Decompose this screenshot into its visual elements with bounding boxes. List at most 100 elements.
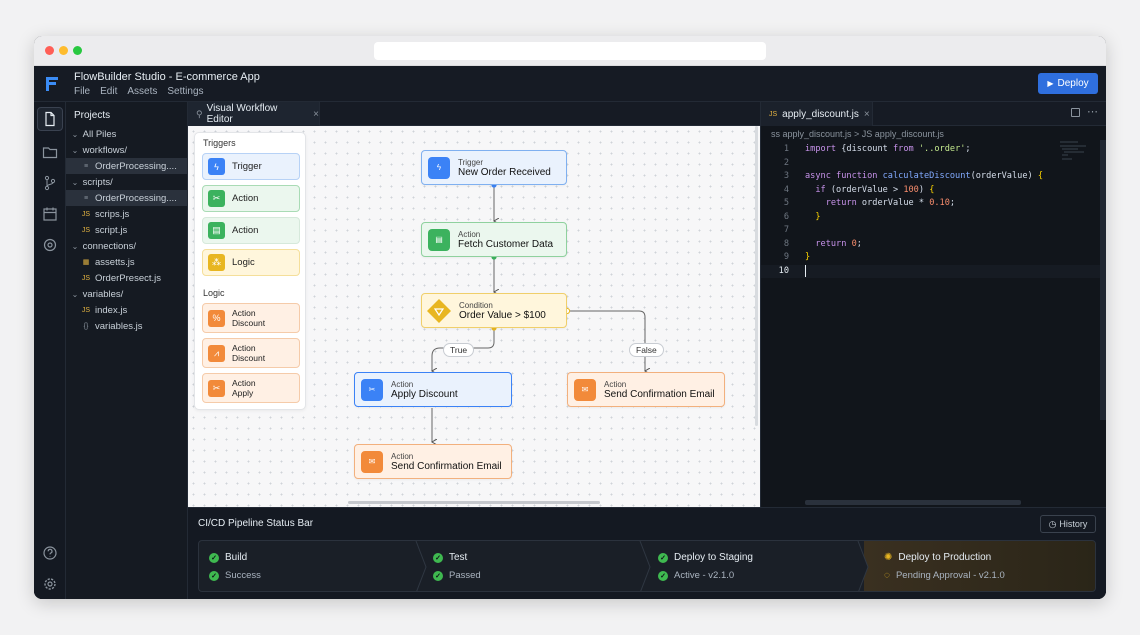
line-number: 10 — [778, 265, 789, 276]
app-title: FlowBuilder Studio - E-commerce App — [74, 71, 260, 83]
workflow-tab-bar: ⚲ Visual Workflow Editor × — [188, 102, 760, 126]
line-number: 4 — [783, 184, 789, 195]
file-icon: ≡ — [83, 194, 89, 202]
palette-action-discount-1[interactable]: % Action Discount — [202, 303, 300, 333]
palette-item-label: Trigger — [232, 161, 262, 172]
palette-action-discount-2[interactable]: ⩘ Action Discount — [202, 338, 300, 368]
settings-gear-icon[interactable] — [42, 576, 58, 592]
editor-horizontal-scrollbar[interactable] — [805, 500, 1021, 505]
editor-breadcrumb: ss apply_discount.js > JS apply_discount… — [771, 129, 944, 139]
node-send-email-bottom[interactable]: ✉ Action Send Confirmation Email — [354, 444, 512, 479]
stage-test[interactable]: ✓ Test ✓ Passed — [423, 541, 647, 591]
stage-build[interactable]: ✓ Build ✓ Success — [199, 541, 419, 591]
file-tree-label: scripts/ — [82, 176, 113, 188]
file-tree-item[interactable]: JS OrderPresect.js — [66, 270, 187, 286]
json-file-icon: {} — [83, 322, 89, 330]
tab-label: Visual Workflow Editor — [206, 103, 278, 125]
menu-bar: File Edit Assets Settings — [74, 86, 204, 97]
tab-apply-discount-js[interactable]: JS apply_discount.js × — [761, 102, 873, 126]
file-tree-item[interactable]: ▦ assetts.js — [66, 254, 187, 270]
gear-icon[interactable] — [42, 237, 58, 253]
apply-icon: ✂ — [208, 379, 225, 397]
code-area[interactable]: 1 import {discount from '..order'; 2 3 asy… — [761, 143, 1106, 278]
canvas-horizontal-scrollbar[interactable] — [348, 501, 600, 504]
address-bar[interactable] — [374, 42, 766, 60]
file-tree-item[interactable]: ≡ OrderProcessing.... — [66, 190, 187, 206]
split-editor-icon[interactable] — [1071, 108, 1080, 117]
file-tree-item[interactable]: ≡ OrderProcessing.... — [66, 158, 187, 174]
history-button[interactable]: ◷ History — [1040, 515, 1096, 533]
file-tree-label: connections/ — [82, 240, 136, 252]
palette-item-label: Discount — [232, 353, 266, 363]
palette-logic[interactable]: ⁂ Logic — [202, 249, 300, 276]
palette-triggers-header: Triggers — [203, 138, 236, 148]
chevron-down-icon[interactable]: ⌄ — [70, 130, 80, 139]
palette-action-1[interactable]: ✂ Action — [202, 185, 300, 212]
palette-item-kind: Action — [232, 307, 256, 318]
editor-vertical-scrollbar[interactable] — [1100, 140, 1106, 420]
node-trigger-new-order[interactable]: ϟ Trigger New Order Received — [421, 150, 567, 185]
file-tree-item[interactable]: ⌄ All Piles — [66, 126, 187, 142]
chevron-down-icon[interactable]: ⌄ — [70, 242, 80, 251]
more-actions-icon[interactable]: ⋯ — [1087, 105, 1098, 118]
js-file-icon: JS — [81, 274, 91, 282]
stage-status: Pending Approval - v2.1.0 — [895, 570, 1005, 581]
node-fetch-customer-data[interactable]: ▤ Action Fetch Customer Data — [421, 222, 567, 257]
chevron-down-icon[interactable]: ⌄ — [70, 290, 80, 299]
tab-visual-workflow-editor[interactable]: ⚲ Visual Workflow Editor × — [188, 102, 320, 126]
project-explorer: Projects ⌄ All Piles ⌄ workflows/≡ OrderPr… — [66, 102, 188, 599]
node-kind: Trigger — [458, 157, 484, 167]
mail-icon: ✉ — [361, 450, 383, 473]
palette-logic-header: Logic — [203, 288, 225, 298]
stage-deploy-production[interactable]: ✺ Deploy to Production ◌ Pending Approval … — [864, 541, 1095, 591]
mail-icon: ✉ — [574, 378, 596, 401]
file-tree-item[interactable]: JS index.js — [66, 302, 187, 318]
file-tree-item[interactable]: ⌄ variables/ — [66, 286, 187, 302]
menu-edit[interactable]: Edit — [100, 86, 117, 97]
tab-label: apply_discount.js — [782, 108, 859, 120]
help-icon[interactable] — [42, 545, 58, 561]
file-tree-item[interactable]: JS script.js — [66, 222, 187, 238]
browser-chrome — [34, 36, 1106, 66]
node-palette: Triggers ϟ Trigger ✂ Action ▤ Action ⁂ L… — [194, 132, 306, 410]
node-apply-discount[interactable]: ✂ Action Apply Discount — [354, 372, 512, 407]
percent-icon: ✂ — [361, 378, 383, 401]
palette-action-apply[interactable]: ✂ Action Apply — [202, 373, 300, 403]
chevron-down-icon[interactable]: ⌄ — [70, 146, 80, 155]
activity-bar — [34, 102, 66, 599]
file-tree-item[interactable]: {} variables.js — [66, 318, 187, 334]
node-kind: Action — [604, 379, 627, 389]
folder-icon[interactable] — [42, 144, 58, 160]
menu-settings[interactable]: Settings — [167, 86, 203, 97]
minimize-window-button[interactable] — [59, 46, 68, 55]
node-send-email-right[interactable]: ✉ Action Send Confirmation Email — [567, 372, 725, 407]
chevron-down-icon[interactable]: ⌄ — [70, 178, 80, 187]
file-tree-item[interactable]: JS scrips.js — [66, 206, 187, 222]
stage-deploy-staging[interactable]: ✓ Deploy to Staging ✓ Active - v2.1.0 — [648, 541, 868, 591]
check-circle-icon: ✓ — [209, 552, 219, 563]
calendar-icon[interactable] — [42, 206, 58, 222]
file-tree-label: OrderProcessing.... — [95, 192, 177, 204]
palette-trigger[interactable]: ϟ Trigger — [202, 153, 300, 180]
node-condition-order-value[interactable]: Condition Order Value > $100 — [421, 293, 567, 328]
file-tree-item[interactable]: ⌄ connections/ — [66, 238, 187, 254]
file-tree-item[interactable]: ⌄ workflows/ — [66, 142, 187, 158]
cicd-pipeline-panel: CI/CD Pipeline Status Bar ◷ History ✓ Bui… — [188, 507, 1106, 599]
close-tab-icon[interactable]: × — [313, 109, 319, 120]
palette-action-2[interactable]: ▤ Action — [202, 217, 300, 244]
maximize-window-button[interactable] — [73, 46, 82, 55]
deploy-button[interactable]: ▶ Deploy — [1038, 73, 1098, 94]
file-tree-item[interactable]: ⌄ scripts/ — [66, 174, 187, 190]
menu-assets[interactable]: Assets — [127, 86, 157, 97]
close-tab-icon[interactable]: × — [864, 109, 870, 120]
palette-item-label: Apply — [232, 388, 254, 398]
files-icon[interactable] — [42, 111, 58, 127]
flowbuilder-logo-icon — [46, 77, 58, 91]
node-name: New Order Received — [458, 166, 551, 178]
close-window-button[interactable] — [45, 46, 54, 55]
node-name: Send Confirmation Email — [391, 460, 502, 472]
workflow-canvas[interactable]: Triggers ϟ Trigger ✂ Action ▤ Action ⁂ L… — [188, 126, 760, 507]
canvas-vertical-scrollbar[interactable] — [755, 126, 758, 426]
source-control-icon[interactable] — [42, 175, 58, 191]
menu-file[interactable]: File — [74, 86, 90, 97]
